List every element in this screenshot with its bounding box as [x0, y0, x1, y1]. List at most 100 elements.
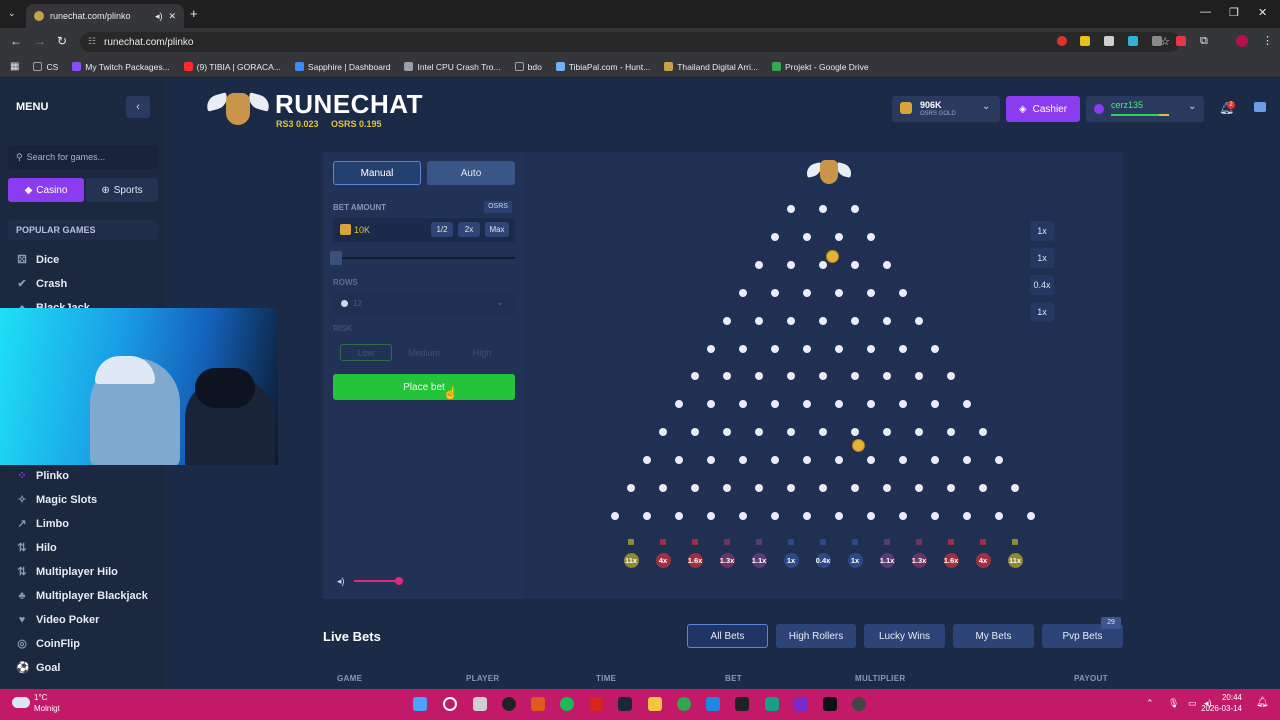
auto-tab[interactable]: Auto: [427, 161, 515, 185]
browser-tab[interactable]: runechat.com/plinko ◂) ✕: [26, 4, 184, 28]
reload-icon[interactable]: ↻: [57, 34, 67, 48]
task-view-icon[interactable]: [473, 697, 487, 711]
sidebar-item-coinflip[interactable]: ◎ CoinFlip: [16, 638, 80, 650]
chrome-icon[interactable]: [677, 697, 691, 711]
sidebar-item-hilo[interactable]: ⇅ Hilo: [16, 542, 56, 554]
bookmark[interactable]: Thailand Digital Arri...: [664, 62, 758, 72]
rows-select[interactable]: 12 ⌄: [333, 293, 515, 315]
sidebar-item-crash[interactable]: ✔ Crash: [16, 278, 67, 290]
collapse-sidebar-button[interactable]: ‹: [126, 96, 150, 118]
peg: [883, 316, 891, 325]
risk-low-button[interactable]: Low: [340, 344, 392, 361]
sidebar-item-video-poker[interactable]: ♥ Video Poker: [16, 614, 100, 626]
cursor-icon: ☝: [443, 386, 458, 400]
chat-icon[interactable]: [1254, 102, 1266, 112]
manual-tab[interactable]: Manual: [333, 161, 421, 185]
folder-icon[interactable]: [648, 697, 662, 711]
bookmark[interactable]: (9) TIBIA | GORACA...: [183, 62, 281, 72]
sidebar-item-multiplayer-blackjack[interactable]: ♣ Multiplayer Blackjack: [16, 590, 148, 602]
app-icon[interactable]: [502, 697, 516, 711]
mic-icon[interactable]: 🎙︎: [1168, 698, 1179, 709]
tab-all-bets[interactable]: All Bets: [687, 624, 768, 648]
app-icon[interactable]: [735, 697, 749, 711]
bucket-marker: [660, 539, 666, 545]
chevron-down-icon: ⌄: [982, 101, 991, 112]
risk-medium-button[interactable]: Medium: [398, 344, 450, 361]
restore-icon[interactable]: ❐: [1229, 6, 1239, 19]
app-icon[interactable]: [706, 697, 720, 711]
bookmark[interactable]: bdo: [514, 62, 542, 72]
app-icon[interactable]: [852, 697, 866, 711]
tab-list-icon[interactable]: ⌄: [8, 8, 16, 19]
sidebar-item-dice[interactable]: ⚄ Dice: [16, 254, 59, 266]
new-tab-icon[interactable]: +: [190, 6, 198, 21]
place-bet-button[interactable]: Place bet: [333, 374, 515, 400]
mute-icon[interactable]: ◂): [155, 11, 163, 22]
peg: [787, 260, 795, 269]
casino-tab[interactable]: ◆ Casino: [8, 178, 84, 202]
user-menu[interactable]: cerz135 ⌄: [1086, 96, 1204, 122]
sidebar-item-multiplayer-hilo[interactable]: ⇅ Multiplayer Hilo: [16, 566, 118, 578]
bet-slider-track[interactable]: [333, 257, 515, 259]
extension-icon[interactable]: [1128, 36, 1138, 46]
bucket-marker: [628, 539, 634, 545]
volume-icon[interactable]: ◂): [337, 576, 345, 587]
spotify-icon[interactable]: [560, 697, 574, 711]
extension-icon[interactable]: [1057, 36, 1067, 46]
logo-icon[interactable]: [204, 89, 272, 127]
risk-high-button[interactable]: High: [456, 344, 508, 361]
bookmark[interactable]: My Twitch Packages...: [72, 62, 170, 72]
app-icon[interactable]: [765, 697, 779, 711]
gold-icon: [340, 224, 351, 235]
tab-high-rollers[interactable]: High Rollers: [776, 624, 856, 648]
extension-icon[interactable]: [1176, 36, 1186, 46]
extension-icon[interactable]: [1080, 36, 1090, 46]
sidebar-item-limbo[interactable]: ↗ Limbo: [16, 518, 69, 530]
sports-tab[interactable]: ⊕ Sports: [86, 178, 158, 202]
pvp-count-badge: 29: [1101, 617, 1121, 629]
apps-grid-icon[interactable]: ▦: [10, 61, 19, 72]
profile-avatar-icon[interactable]: [1236, 35, 1248, 47]
bookmark[interactable]: Projekt - Google Drive: [772, 62, 869, 72]
bookmark[interactable]: Sapphire | Dashboard: [294, 62, 390, 72]
minimize-icon[interactable]: —: [1200, 6, 1211, 18]
start-icon[interactable]: [413, 697, 427, 711]
app-icon[interactable]: [531, 697, 545, 711]
bet-slider-handle[interactable]: [330, 251, 342, 265]
half-bet-button[interactable]: 1/2: [431, 222, 453, 237]
balance-selector[interactable]: 906K OSRS GOLD ⌄: [892, 96, 1000, 122]
extension-icon[interactable]: [1104, 36, 1114, 46]
tray-chevron-icon[interactable]: ⌃: [1146, 698, 1154, 709]
rs3-price: RS3 0.023: [276, 119, 319, 129]
search-icon[interactable]: [443, 697, 457, 711]
double-bet-button[interactable]: 2x: [458, 222, 480, 237]
max-bet-button[interactable]: Max: [485, 222, 509, 237]
back-icon[interactable]: ←: [10, 34, 22, 48]
forward-icon[interactable]: →: [34, 34, 46, 48]
extension-icon[interactable]: [1152, 36, 1162, 46]
address-bar[interactable]: ☷ runechat.com/plinko ☆: [80, 32, 1180, 52]
close-window-icon[interactable]: ✕: [1258, 6, 1267, 19]
bookmark[interactable]: TibiaPal.com - Hunt...: [555, 62, 650, 72]
close-tab-icon[interactable]: ✕: [168, 11, 176, 22]
site-info-icon[interactable]: ☷: [88, 36, 96, 47]
peg: [803, 288, 811, 297]
game-search-input[interactable]: ⚲ Search for games...: [8, 145, 158, 169]
sidebar-item-magic-slots[interactable]: ✧ Magic Slots: [16, 494, 97, 506]
cashier-button[interactable]: ◈ Cashier: [1006, 96, 1080, 122]
app-icon[interactable]: [794, 697, 808, 711]
site-logo[interactable]: RUNECHAT: [275, 89, 423, 120]
app-icon[interactable]: [823, 697, 837, 711]
volume-handle[interactable]: [395, 577, 403, 585]
extensions-puzzle-icon[interactable]: ⧉: [1200, 35, 1208, 48]
browser-menu-icon[interactable]: ⋮: [1262, 34, 1273, 47]
sidebar-item-plinko[interactable]: ⁘ Plinko: [16, 470, 69, 482]
sidebar-item-goal[interactable]: ⚽ Goal: [16, 662, 60, 674]
tab-lucky-wins[interactable]: Lucky Wins: [864, 624, 945, 648]
app-icon[interactable]: [589, 697, 603, 711]
notification-center-icon[interactable]: 🔔︎: [1256, 697, 1269, 708]
tab-my-bets[interactable]: My Bets: [953, 624, 1034, 648]
bookmark[interactable]: Intel CPU Crash Tro...: [404, 62, 501, 72]
bookmark[interactable]: CS: [33, 62, 58, 72]
steam-icon[interactable]: [618, 697, 632, 711]
